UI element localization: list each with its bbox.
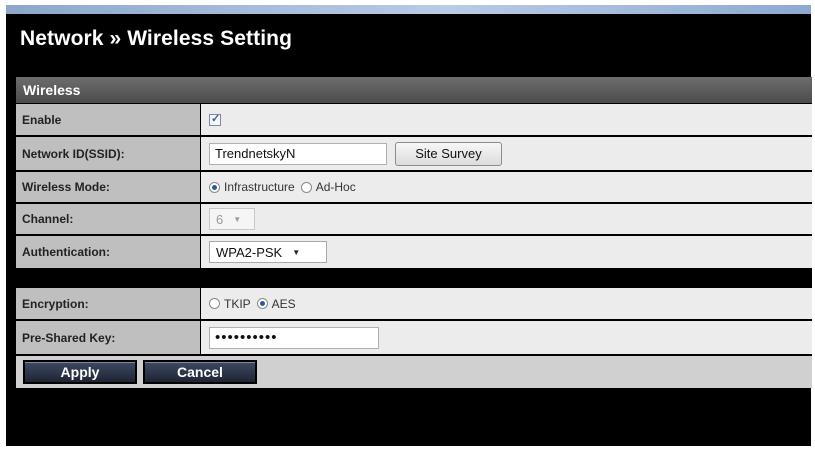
section-spacer (16, 270, 812, 288)
aes-radio[interactable] (256, 298, 268, 309)
row-encryption: Encryption: TKIP AES (16, 288, 812, 321)
top-accent-bar (6, 5, 811, 14)
channel-selected-value: 6 (216, 211, 224, 227)
cancel-button[interactable]: Cancel (143, 360, 257, 384)
tkip-label: TKIP (224, 296, 251, 311)
enable-checkbox[interactable] (209, 112, 221, 126)
infrastructure-radio[interactable] (209, 181, 220, 193)
ssid-value: TrendnetskyN Site Survey (201, 137, 812, 170)
aes-label: AES (271, 296, 296, 311)
authentication-value: WPA2-PSK ▼ (201, 236, 812, 268)
page-title: Network » Wireless Setting (20, 27, 292, 50)
chevron-down-icon: ▼ (233, 214, 242, 224)
app-frame: Network » Wireless Setting Wireless Enab… (6, 5, 812, 446)
channel-label: Channel: (16, 204, 201, 234)
wireless-mode-label: Wireless Mode: (16, 172, 201, 202)
row-channel: Channel: 6 ▼ (16, 204, 812, 236)
authentication-label: Authentication: (16, 236, 201, 268)
ssid-input[interactable]: TrendnetskyN (209, 142, 387, 165)
pre-shared-key-value: •••••••••• (201, 321, 812, 354)
channel-select[interactable]: 6 ▼ (209, 208, 255, 230)
authentication-select[interactable]: WPA2-PSK ▼ (209, 241, 327, 263)
apply-button[interactable]: Apply (23, 360, 137, 384)
wireless-settings-panel: Wireless Enable Network ID(SSID): Trendn… (16, 77, 812, 388)
encryption-label: Encryption: (16, 288, 201, 319)
row-wireless-mode: Wireless Mode: Infrastructure Ad-Hoc (16, 172, 812, 204)
wireless-mode-value: Infrastructure Ad-Hoc (201, 172, 812, 202)
site-survey-button[interactable]: Site Survey (395, 141, 502, 166)
enable-value (201, 104, 812, 135)
row-authentication: Authentication: WPA2-PSK ▼ (16, 236, 812, 270)
action-bar: Apply Cancel (16, 354, 812, 388)
adhoc-radio[interactable] (300, 181, 312, 193)
row-ssid: Network ID(SSID): TrendnetskyN Site Surv… (16, 137, 812, 172)
adhoc-label: Ad-Hoc (315, 180, 356, 194)
channel-value: 6 ▼ (201, 204, 812, 234)
pre-shared-key-input[interactable]: •••••••••• (209, 326, 379, 349)
tkip-radio[interactable] (209, 298, 220, 309)
enable-label: Enable (16, 104, 201, 135)
section-title: Wireless (16, 77, 812, 104)
chevron-down-icon: ▼ (292, 247, 301, 257)
pre-shared-key-label: Pre-Shared Key: (16, 321, 201, 354)
row-enable: Enable (16, 104, 812, 137)
encryption-value: TKIP AES (201, 288, 812, 319)
row-pre-shared-key: Pre-Shared Key: •••••••••• (16, 321, 812, 354)
ssid-label: Network ID(SSID): (16, 137, 201, 170)
authentication-selected-value: WPA2-PSK (216, 244, 283, 260)
infrastructure-label: Infrastructure (224, 180, 295, 194)
